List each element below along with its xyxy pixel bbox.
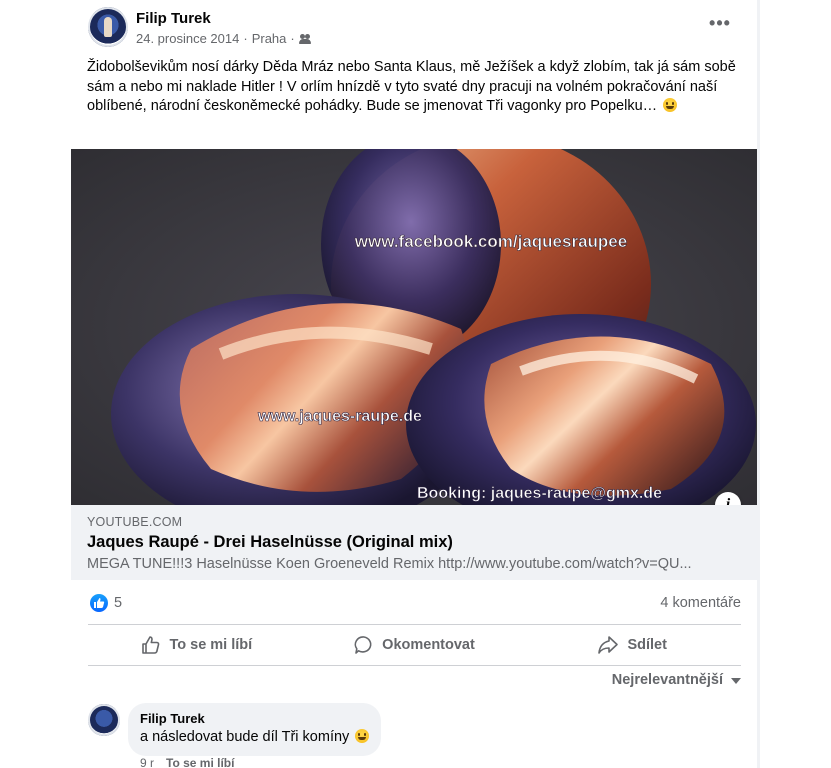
share-label: Sdílet bbox=[627, 637, 667, 653]
action-bar: To se mi líbí Okomentovat Sdílet bbox=[88, 626, 741, 664]
like-label: To se mi líbí bbox=[169, 637, 253, 653]
author-name[interactable]: Filip Turek bbox=[136, 10, 211, 27]
meta-separator: · bbox=[243, 31, 248, 46]
post-text: Židobolševikům nosí dárky Děda Mráz nebo… bbox=[87, 58, 747, 117]
sort-label: Nejrelevantnější bbox=[611, 672, 723, 688]
post-date[interactable]: 24. prosince 2014 bbox=[136, 31, 239, 46]
comment-label: Okomentovat bbox=[382, 637, 475, 653]
avatar-figure bbox=[104, 17, 112, 37]
post-location[interactable]: Praha bbox=[252, 31, 287, 46]
grinning-emoji-icon bbox=[663, 98, 678, 112]
commenter-avatar[interactable] bbox=[88, 704, 120, 736]
watermark-bottom: Booking: jaques-raupe@gmx.de bbox=[417, 485, 662, 502]
grinning-emoji-icon bbox=[355, 729, 370, 743]
thumbs-up-icon bbox=[94, 598, 105, 608]
more-options-button[interactable]: ••• bbox=[709, 14, 731, 36]
thumbs-up-icon bbox=[142, 636, 160, 654]
reaction-count[interactable]: 5 bbox=[114, 595, 122, 611]
comment-author[interactable]: Filip Turek bbox=[140, 711, 369, 727]
comment-body: a následovat bude díl Tři komíny bbox=[140, 729, 350, 745]
caret-down-icon bbox=[731, 678, 741, 684]
divider bbox=[88, 624, 741, 625]
video-thumbnail[interactable]: www.facebook.com/jaquesraupee www.jaques… bbox=[71, 149, 757, 505]
reaction-summary: 5 4 komentáře bbox=[88, 592, 741, 614]
post-meta: 24. prosince 2014 · Praha · bbox=[136, 31, 311, 46]
link-preview[interactable]: YOUTUBE.COM Jaques Raupé - Drei Haselnüs… bbox=[71, 505, 757, 580]
comment-like-link[interactable]: To se mi líbí bbox=[166, 756, 234, 768]
post-body: Židobolševikům nosí dárky Děda Mráz nebo… bbox=[87, 59, 736, 114]
friends-icon[interactable] bbox=[298, 33, 311, 44]
comment-button[interactable]: Okomentovat bbox=[306, 626, 524, 664]
hazelnuts-image: www.facebook.com/jaquesraupee www.jaques… bbox=[71, 149, 757, 505]
link-title[interactable]: Jaques Raupé - Drei Haselnüsse (Original… bbox=[87, 533, 453, 552]
comment-bubble: Filip Turek a následovat bude díl Tři ko… bbox=[128, 703, 382, 756]
watermark-top: www.facebook.com/jaquesraupee bbox=[354, 232, 627, 251]
link-domain: YOUTUBE.COM bbox=[87, 515, 183, 529]
comment-bubble-icon bbox=[354, 636, 372, 654]
meta-separator: · bbox=[290, 31, 295, 46]
author-avatar[interactable] bbox=[88, 7, 128, 47]
comment-sort-dropdown[interactable]: Nejrelevantnější bbox=[612, 672, 741, 688]
divider bbox=[88, 665, 741, 666]
like-reaction-icon[interactable] bbox=[90, 594, 108, 612]
share-arrow-icon bbox=[598, 636, 619, 654]
comment-meta: 9 r To se mi líbí bbox=[140, 756, 234, 768]
link-description: MEGA TUNE!!!3 Haselnüsse Koen Groeneveld… bbox=[87, 556, 692, 572]
facebook-post-page: Filip Turek 24. prosince 2014 · Praha · … bbox=[0, 0, 831, 768]
comment-age[interactable]: 9 r bbox=[140, 756, 154, 768]
comment-text: a následovat bude díl Tři komíny bbox=[140, 727, 370, 747]
post-card: Filip Turek 24. prosince 2014 · Praha · … bbox=[71, 0, 757, 768]
like-button[interactable]: To se mi líbí bbox=[88, 626, 306, 664]
comments-count[interactable]: 4 komentáře bbox=[660, 595, 741, 611]
watermark-left: www.jaques-raupe.de bbox=[257, 408, 422, 425]
feed-border bbox=[757, 0, 760, 768]
share-button[interactable]: Sdílet bbox=[523, 626, 741, 664]
